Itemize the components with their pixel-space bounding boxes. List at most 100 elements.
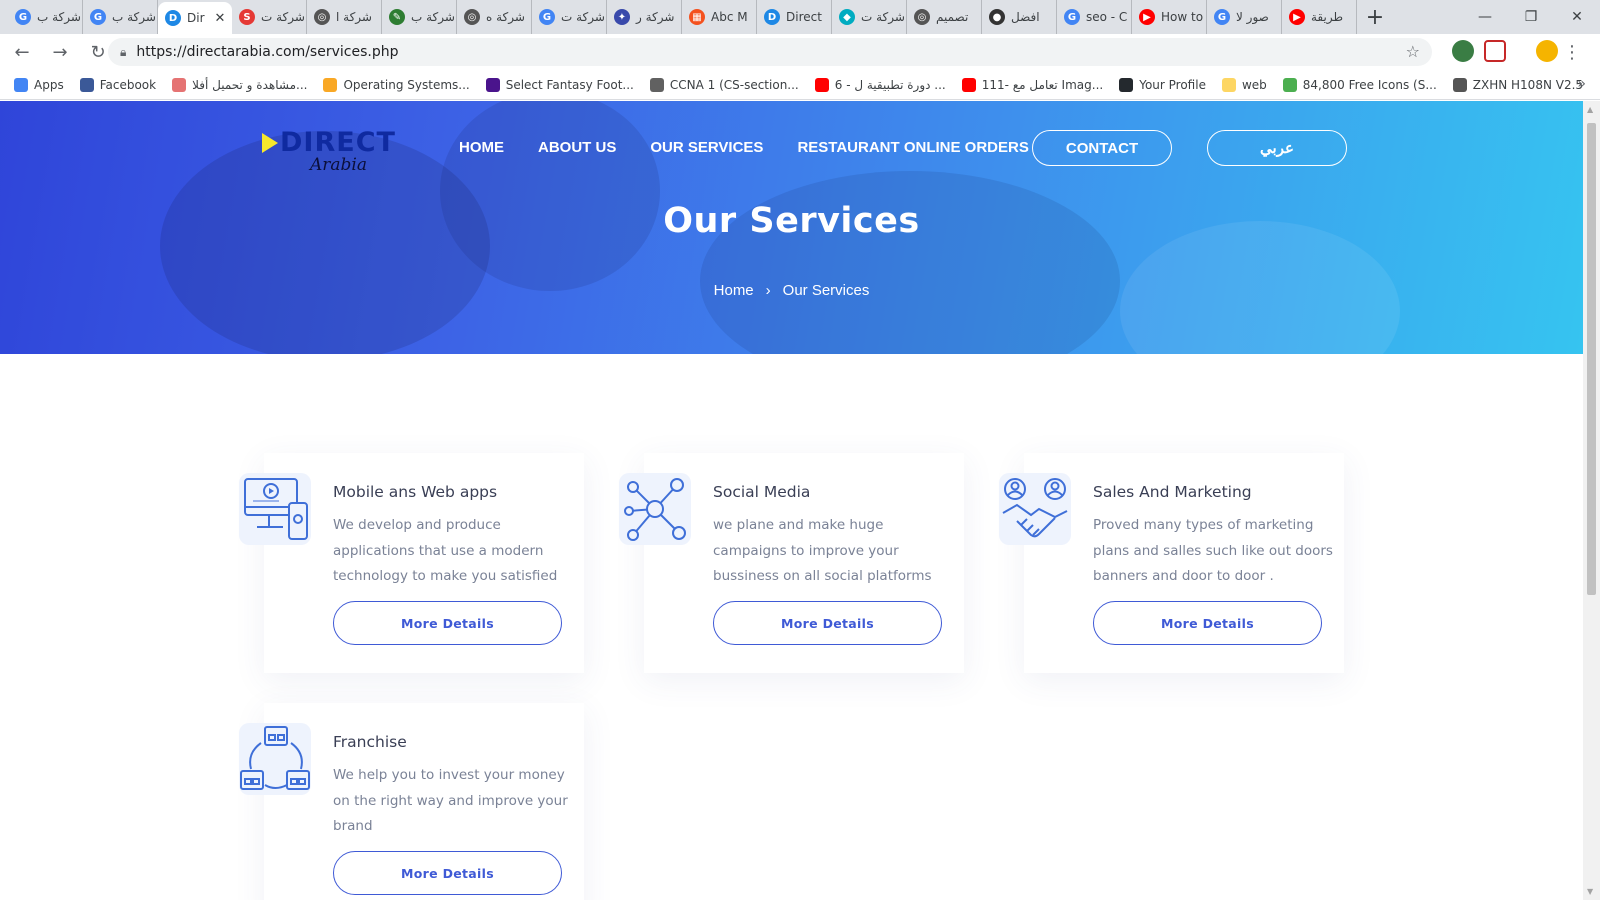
browser-tab[interactable]: ▶ طريقة xyxy=(1282,0,1357,34)
browser-tab[interactable]: D Dir ✕ xyxy=(158,2,232,34)
bookmark-label: Apps xyxy=(34,77,64,92)
bookmark-item[interactable]: ZXHN H108N V2.5 xyxy=(1452,77,1583,92)
more-details-button[interactable]: More Details xyxy=(333,851,562,895)
nav-restaurant-online-orders[interactable]: RESTAURANT ONLINE ORDERS xyxy=(797,139,1028,156)
bookmark-item[interactable]: web xyxy=(1221,77,1267,92)
restore-icon[interactable]: ❐ xyxy=(1508,0,1554,34)
bookmark-item[interactable]: 111- تعامل مع Imag... xyxy=(961,77,1103,92)
browser-tab[interactable]: G صور لا xyxy=(1207,0,1282,34)
bookmark-label: مشاهدة و تحميل أفلا... xyxy=(192,77,308,92)
bookmark-item[interactable]: Apps xyxy=(14,77,64,92)
browser-tab[interactable]: Gseo - C xyxy=(1057,0,1132,34)
bookmark-star-icon[interactable]: ☆ xyxy=(1406,42,1420,61)
contact-button[interactable]: CONTACT xyxy=(1032,130,1172,166)
bookmark-label: Select Fantasy Foot... xyxy=(505,77,634,92)
hero-banner: DIRECT Arabia HOME ABOUT US OUR SERVICES… xyxy=(0,101,1583,354)
bookmark-item[interactable]: Operating Systems... xyxy=(323,77,470,92)
browser-tab[interactable]: ◎ شركة ا xyxy=(307,0,382,34)
browser-tab-strip: G شركة ب G شركة ب D Dir ✕ S شركة ت ◎ شركة ا ✎ شركة ب… xyxy=(0,0,1600,34)
bookmark-item[interactable]: 84,800 Free Icons (S... xyxy=(1282,77,1437,92)
browser-tab[interactable]: ◎ شركة ه xyxy=(457,0,532,34)
browser-tab[interactable]: ✎ شركة ب xyxy=(382,0,457,34)
bookmarks-bar: Apps Facebook مشاهدة و تحميل أفلا... Operat… xyxy=(0,70,1600,100)
tab-title: تصميم xyxy=(936,10,969,24)
browser-tab[interactable]: G شركة ت xyxy=(532,0,607,34)
logo-play-icon xyxy=(262,133,278,153)
browser-tab[interactable]: D Direct xyxy=(757,0,832,34)
devices-icon xyxy=(239,473,311,545)
more-details-button[interactable]: More Details xyxy=(713,601,942,645)
browser-tab[interactable]: ◎ تصميم xyxy=(907,0,982,34)
lock-icon: 🔒︎ xyxy=(120,44,127,59)
forward-icon[interactable]: → xyxy=(44,36,76,68)
url-text[interactable]: https://directarabia.com/services.php xyxy=(136,44,398,60)
tab-favicon-icon: G xyxy=(539,9,555,25)
more-bookmarks-icon[interactable]: » xyxy=(1577,76,1586,92)
bookmark-item[interactable]: Facebook xyxy=(79,77,156,92)
scroll-down-icon[interactable]: ▼ xyxy=(1587,887,1593,896)
bookmark-label: 6 - دورة تطبيقية ل ... xyxy=(834,77,946,92)
browser-tab[interactable]: ● افضل xyxy=(982,0,1057,34)
breadcrumb: Home › Our Services xyxy=(0,282,1583,299)
more-details-button[interactable]: More Details xyxy=(1093,601,1322,645)
page-scrollbar[interactable]: ▲ ▼ xyxy=(1583,101,1600,900)
bookmark-item[interactable]: CCNA 1 (CS-section... xyxy=(649,77,799,92)
tab-close-icon[interactable]: ✕ xyxy=(215,11,226,26)
main-nav: HOME ABOUT US OUR SERVICES RESTAURANT ON… xyxy=(459,139,1029,156)
address-bar[interactable]: 🔒︎ https://directarabia.com/services.php… xyxy=(108,38,1432,66)
new-tab-button[interactable]: + xyxy=(1361,3,1389,31)
bookmark-item[interactable]: Your Profile xyxy=(1119,77,1206,92)
bookmark-favicon-icon xyxy=(649,77,664,92)
nav-about-us[interactable]: ABOUT US xyxy=(538,139,616,156)
browser-tab[interactable]: S شركة ت xyxy=(232,0,307,34)
back-icon[interactable]: ← xyxy=(6,36,38,68)
tab-title: شركة ب xyxy=(411,10,455,24)
tab-title: How to xyxy=(1161,10,1204,24)
minimize-icon[interactable]: — xyxy=(1462,0,1508,34)
tab-title: شركة ب xyxy=(37,10,81,24)
tab-favicon-icon: ● xyxy=(989,9,1005,25)
close-window-icon[interactable]: ✕ xyxy=(1554,0,1600,34)
browser-tab[interactable]: G شركة ب xyxy=(83,0,158,34)
browser-tab[interactable]: G شركة ب xyxy=(8,0,83,34)
bookmark-item[interactable]: Select Fantasy Foot... xyxy=(485,77,634,92)
tab-title: Dir xyxy=(187,11,205,25)
service-card: Social Media we plane and make huge camp… xyxy=(619,453,964,673)
service-card: Franchise We help you to invest your mon… xyxy=(239,703,584,900)
browser-menu-icon[interactable]: ⋮ xyxy=(1556,36,1588,68)
tab-title: شركة ب xyxy=(112,10,156,24)
bookmark-favicon-icon xyxy=(485,77,500,92)
tab-favicon-icon: G xyxy=(1064,9,1080,25)
extension-globe-icon[interactable] xyxy=(1452,40,1474,62)
service-card: Mobile ans Web apps We develop and produ… xyxy=(239,453,584,673)
scrollbar-thumb[interactable] xyxy=(1587,123,1596,595)
profile-avatar-icon[interactable] xyxy=(1536,40,1558,62)
nav-our-services[interactable]: OUR SERVICES xyxy=(650,139,763,156)
site-logo[interactable]: DIRECT Arabia xyxy=(262,127,395,179)
scroll-up-icon[interactable]: ▲ xyxy=(1587,105,1593,114)
tab-favicon-icon: S xyxy=(239,9,255,25)
bookmark-favicon-icon xyxy=(79,77,94,92)
stores-icon xyxy=(239,723,311,795)
bookmark-item[interactable]: 6 - دورة تطبيقية ل ... xyxy=(814,77,946,92)
nav-home[interactable]: HOME xyxy=(459,139,504,156)
tab-title: شركة ه xyxy=(486,10,525,24)
logo-subtitle: Arabia xyxy=(310,155,367,175)
browser-tab[interactable]: ▦ Abc M xyxy=(682,0,757,34)
browser-tab[interactable]: ◆ شركة ت xyxy=(832,0,907,34)
bookmark-item[interactable]: مشاهدة و تحميل أفلا... xyxy=(172,77,308,92)
breadcrumb-home-link[interactable]: Home xyxy=(714,282,754,299)
page-title: Our Services xyxy=(663,201,920,241)
browser-tab[interactable]: ✦ شركة ر xyxy=(607,0,682,34)
tab-favicon-icon: ◎ xyxy=(914,9,930,25)
browser-tab[interactable]: ▶ How to xyxy=(1132,0,1207,34)
language-toggle-button[interactable]: عربي xyxy=(1207,130,1347,166)
tab-favicon-icon: D xyxy=(764,9,780,25)
tab-favicon-icon: G xyxy=(1214,9,1230,25)
service-card: Sales And Marketing Proved many types of… xyxy=(999,453,1344,673)
bookmark-favicon-icon xyxy=(323,77,338,92)
browser-toolbar: ← → ↻ 🔒︎ https://directarabia.com/servic… xyxy=(0,34,1600,70)
extension-pocket-icon[interactable] xyxy=(1484,40,1506,62)
tab-title: شركة ر xyxy=(636,10,675,24)
more-details-button[interactable]: More Details xyxy=(333,601,562,645)
